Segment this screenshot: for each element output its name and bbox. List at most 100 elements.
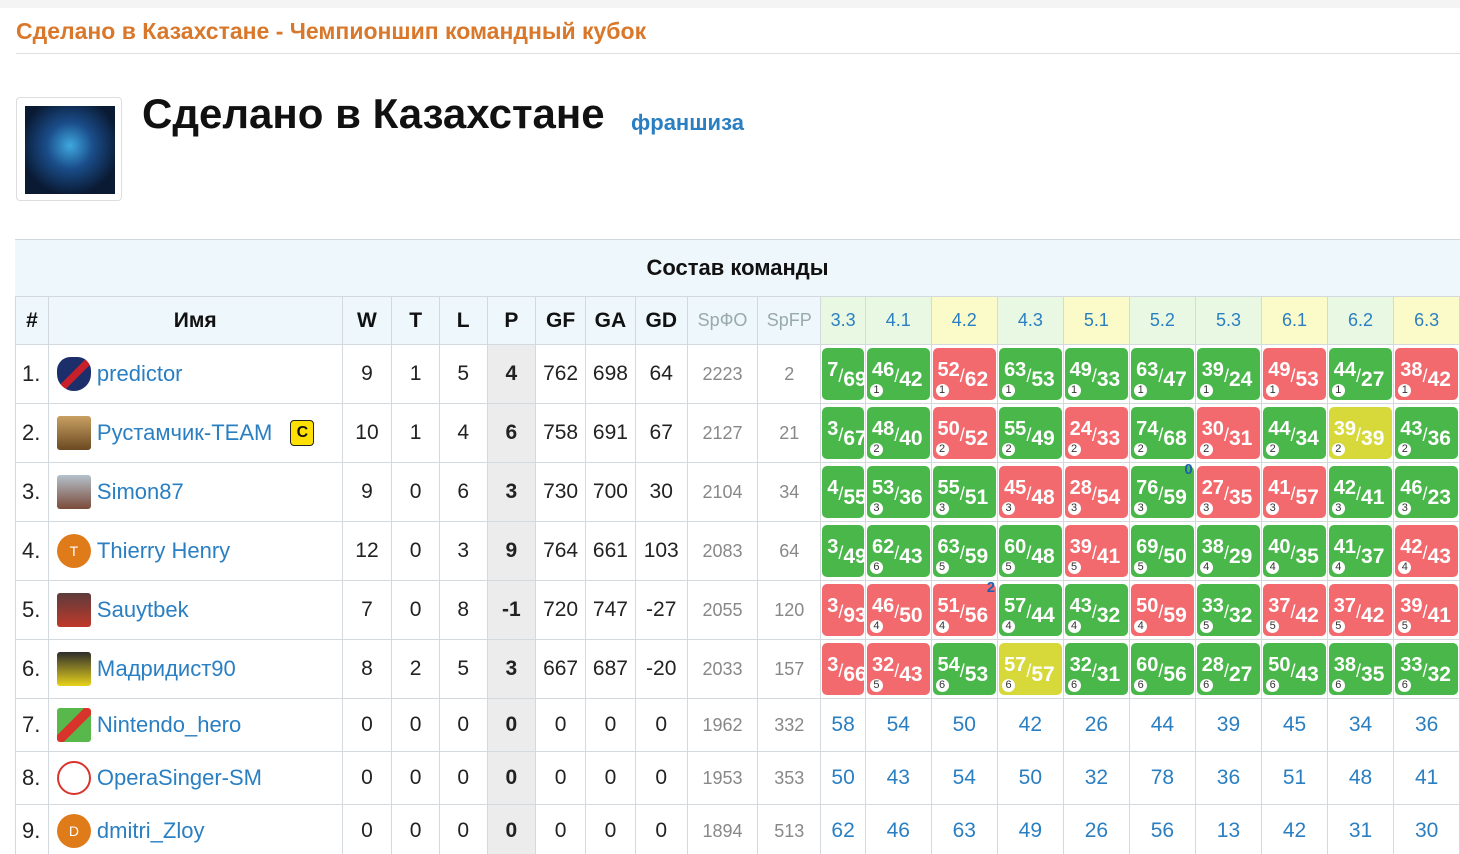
tour-points[interactable]: 50	[931, 699, 998, 752]
tour-points[interactable]: 36	[1394, 699, 1460, 752]
score-box[interactable]: 42/434	[1395, 525, 1458, 577]
tour-score-cell[interactable]: 28/276	[1195, 640, 1262, 699]
tour-score-cell[interactable]: 60/566	[1130, 640, 1196, 699]
tour-score-cell[interactable]: 48/402	[865, 404, 931, 463]
tour-score-cell[interactable]: 63/531	[998, 345, 1064, 404]
tour-score-cell[interactable]: 30/312	[1195, 404, 1262, 463]
tour-score-cell[interactable]: 46/233	[1394, 463, 1460, 522]
player-name-link[interactable]: Sauytbek	[97, 597, 189, 623]
tour-score-cell[interactable]: 51/5642	[931, 581, 998, 640]
score-box[interactable]: 53/363	[867, 466, 930, 518]
tour-header[interactable]: 5.1	[1063, 297, 1130, 345]
col-spfo[interactable]: SpФО	[687, 297, 758, 345]
tour-score-cell[interactable]: 33/326	[1394, 640, 1460, 699]
tour-points[interactable]: 32	[1063, 752, 1130, 805]
tour-score-cell[interactable]: 27/353	[1195, 463, 1262, 522]
tour-score-cell[interactable]: 32/316	[1063, 640, 1130, 699]
tour-points[interactable]: 42	[1262, 805, 1328, 854]
tour-points[interactable]: 62	[821, 805, 866, 854]
score-box[interactable]: 3/93	[822, 584, 864, 636]
tour-header[interactable]: 6.3	[1394, 297, 1460, 345]
score-box[interactable]: 24/332	[1065, 407, 1129, 459]
tour-score-cell[interactable]: 44/271	[1327, 345, 1394, 404]
tour-score-cell[interactable]: 41/573	[1262, 463, 1328, 522]
tour-points[interactable]: 51	[1262, 752, 1328, 805]
col-name[interactable]: Имя	[48, 297, 342, 345]
tour-points[interactable]: 41	[1394, 752, 1460, 805]
tour-points[interactable]: 54	[931, 752, 998, 805]
score-box[interactable]: 3/67	[822, 407, 864, 459]
tour-score-cell[interactable]: 3/67	[821, 404, 866, 463]
tour-points[interactable]: 78	[1130, 752, 1196, 805]
score-box[interactable]: 55/492	[999, 407, 1062, 459]
tour-points[interactable]: 46	[865, 805, 931, 854]
player-name-link[interactable]: Thierry Henry	[97, 538, 230, 564]
tour-points[interactable]: 26	[1063, 699, 1130, 752]
score-box[interactable]: 49/331	[1065, 348, 1129, 400]
tour-score-cell[interactable]: 55/492	[998, 404, 1064, 463]
tour-points[interactable]: 39	[1195, 699, 1262, 752]
tour-score-cell[interactable]: 53/363	[865, 463, 931, 522]
score-box[interactable]: 28/543	[1065, 466, 1129, 518]
tour-header[interactable]: 4.3	[998, 297, 1064, 345]
col-gd[interactable]: GD	[635, 297, 687, 345]
tour-score-cell[interactable]: 3/49	[821, 522, 866, 581]
tour-score-cell[interactable]: 76/5930	[1130, 463, 1196, 522]
score-box[interactable]: 55/513	[933, 466, 997, 518]
score-box[interactable]: 41/374	[1329, 525, 1393, 577]
score-box[interactable]: 44/342	[1263, 407, 1326, 459]
score-box[interactable]: 57/576	[999, 643, 1062, 695]
score-box[interactable]: 54/536	[933, 643, 997, 695]
tour-score-cell[interactable]: 54/536	[931, 640, 998, 699]
score-box[interactable]: 62/436	[867, 525, 930, 577]
tour-score-cell[interactable]: 39/241	[1195, 345, 1262, 404]
tour-points[interactable]: 30	[1394, 805, 1460, 854]
tour-score-cell[interactable]: 38/421	[1394, 345, 1460, 404]
tour-points[interactable]: 63	[931, 805, 998, 854]
player-name-link[interactable]: Мадридист90	[97, 656, 236, 682]
tour-points[interactable]: 26	[1063, 805, 1130, 854]
score-box[interactable]: 40/354	[1263, 525, 1326, 577]
col-p[interactable]: P	[487, 297, 536, 345]
tour-score-cell[interactable]: 37/425	[1262, 581, 1328, 640]
tour-points[interactable]: 31	[1327, 805, 1394, 854]
tour-header[interactable]: 4.1	[865, 297, 931, 345]
score-box[interactable]: 44/271	[1329, 348, 1393, 400]
score-box[interactable]: 69/505	[1131, 525, 1194, 577]
score-box[interactable]: 28/276	[1197, 643, 1261, 695]
tour-score-cell[interactable]: 41/374	[1327, 522, 1394, 581]
score-box[interactable]: 39/392	[1329, 407, 1393, 459]
score-box[interactable]: 52/621	[933, 348, 997, 400]
score-box[interactable]: 38/294	[1197, 525, 1261, 577]
score-box[interactable]: 74/682	[1131, 407, 1194, 459]
score-box[interactable]: 50/436	[1263, 643, 1326, 695]
tour-header[interactable]: 4.2	[931, 297, 998, 345]
score-box[interactable]: 46/504	[867, 584, 930, 636]
score-box[interactable]: 60/485	[999, 525, 1062, 577]
player-name-link[interactable]: Simon87	[97, 479, 184, 505]
tour-score-cell[interactable]: 43/324	[1063, 581, 1130, 640]
tour-header[interactable]: 6.1	[1262, 297, 1328, 345]
tour-points[interactable]: 58	[821, 699, 866, 752]
score-box[interactable]: 43/362	[1395, 407, 1458, 459]
tour-score-cell[interactable]: 63/471	[1130, 345, 1196, 404]
tour-score-cell[interactable]: 44/342	[1262, 404, 1328, 463]
tour-score-cell[interactable]: 38/356	[1327, 640, 1394, 699]
col-gf[interactable]: GF	[536, 297, 586, 345]
tour-score-cell[interactable]: 39/392	[1327, 404, 1394, 463]
tour-points[interactable]: 13	[1195, 805, 1262, 854]
tour-score-cell[interactable]: 42/413	[1327, 463, 1394, 522]
tour-score-cell[interactable]: 49/331	[1063, 345, 1130, 404]
tour-header[interactable]: 3.3	[821, 297, 866, 345]
tour-score-cell[interactable]: 45/483	[998, 463, 1064, 522]
score-box[interactable]: 37/425	[1263, 584, 1326, 636]
tour-score-cell[interactable]: 7/69	[821, 345, 866, 404]
tour-header[interactable]: 5.2	[1130, 297, 1196, 345]
tour-score-cell[interactable]: 60/485	[998, 522, 1064, 581]
score-box[interactable]: 50/594	[1131, 584, 1194, 636]
tour-points[interactable]: 36	[1195, 752, 1262, 805]
tour-score-cell[interactable]: 39/415	[1394, 581, 1460, 640]
score-box[interactable]: 41/573	[1263, 466, 1326, 518]
tour-points[interactable]: 50	[821, 752, 866, 805]
col-w[interactable]: W	[342, 297, 392, 345]
